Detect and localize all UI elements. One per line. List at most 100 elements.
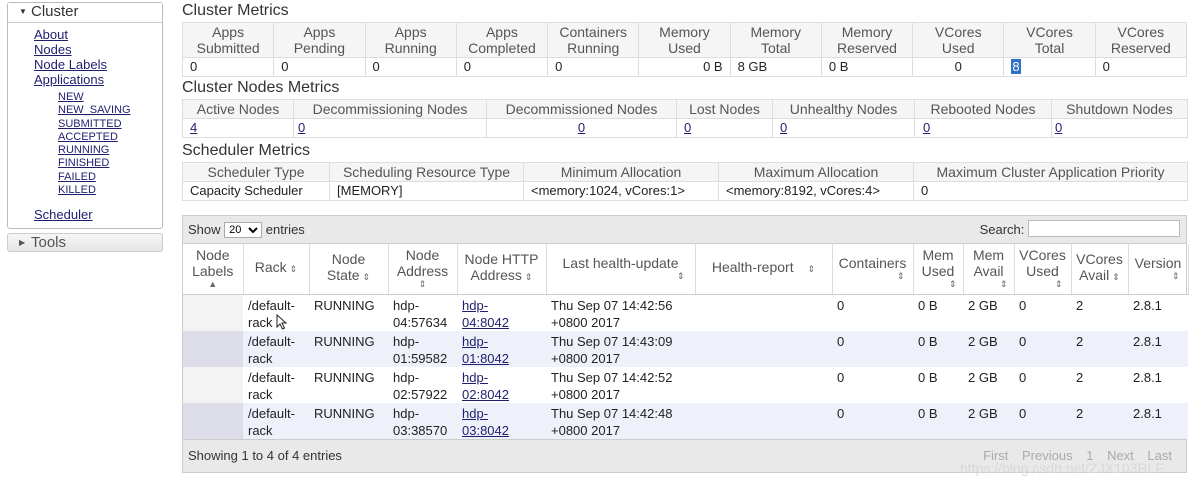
cell-version: 2.8.1: [1128, 366, 1188, 403]
cell-node-address: hdp- 02:57922: [388, 366, 457, 403]
table-row: /default-rack RUNNING hdp- 03:38570 hdp- 0…: [183, 402, 1188, 439]
cell-mem-avail: 2 GB: [963, 402, 1014, 439]
metric-header: Active Nodes: [182, 99, 294, 119]
link-state-failed[interactable]: FAILED: [58, 171, 162, 184]
node-http-link[interactable]: hdp- 01:8042: [462, 334, 509, 366]
link-state-accepted[interactable]: ACCEPTED: [58, 131, 162, 144]
cell-vcores-used: 0: [1014, 402, 1071, 439]
metric-header: VCores Total: [1003, 22, 1096, 58]
cell-rack: /default-rack: [243, 330, 309, 367]
metric-vcores-reserved: 0: [1094, 57, 1188, 77]
node-http-link[interactable]: hdp- 04:8042: [462, 298, 509, 330]
cell-health-report: [695, 402, 832, 439]
cell-vcores-used: 0: [1014, 330, 1071, 367]
cell-node-state: RUNNING: [309, 366, 388, 403]
page-size-select[interactable]: 20: [224, 222, 263, 238]
cell-health-report: [695, 294, 832, 331]
cell-vcores-used: 0: [1014, 294, 1071, 331]
cell-rack: /default-rack: [243, 366, 309, 403]
sort-both-icon: ⇕: [676, 271, 685, 282]
col-node-http-address[interactable]: Node HTTP Address ⇕: [457, 244, 547, 295]
metric-header: Apps Submitted: [181, 22, 275, 58]
metric-containers-running: 0: [547, 57, 640, 77]
cell-mem-avail: 2 GB: [963, 294, 1014, 331]
table-row: /default-rack RUNNING hdp- 04:57634 hdp- 0…: [183, 294, 1188, 331]
col-version[interactable]: Version ⇕: [1128, 244, 1189, 295]
nodes-metrics-title: Cluster Nodes Metrics: [182, 79, 340, 96]
col-node-address[interactable]: Node Address ⇕: [388, 244, 458, 295]
nodes-datatable: Show 20 entries Search: Node Labels ▲ Rack…: [182, 215, 1189, 473]
metric-header: Containers Running: [547, 22, 640, 58]
col-containers[interactable]: Containers ⇕: [832, 244, 914, 295]
link-state-killed[interactable]: KILLED: [58, 184, 162, 197]
nodes-header-row: Node Labels ▲ Rack ⇕ Node State ⇕ Node Address…: [183, 244, 1189, 295]
link-node-labels[interactable]: Node Labels: [34, 57, 107, 72]
cluster-metrics-table: Apps Submitted Apps Pending Apps Running Ap…: [181, 22, 1188, 77]
triangle-right-icon: ▶: [19, 238, 26, 248]
cell-node-labels: [183, 294, 243, 331]
link-decommissioning-nodes[interactable]: 0: [298, 120, 305, 135]
cell-version: 2.8.1: [1128, 402, 1188, 439]
link-decommissioned-nodes[interactable]: 0: [578, 120, 585, 135]
node-http-link[interactable]: hdp- 03:8042: [462, 406, 509, 438]
link-nodes[interactable]: Nodes: [34, 42, 72, 57]
sidebar: ▼ Cluster About Nodes Node Labels Applica…: [7, 2, 163, 253]
col-vcores-used[interactable]: VCores Used ⇕: [1014, 244, 1072, 295]
maximum-allocation: <memory:8192, vCores:4>: [718, 181, 914, 201]
watermark: https://blog.csdn.net/ZJX103RLF: [960, 460, 1164, 476]
metric-header: Apps Running: [364, 22, 457, 58]
col-vcores-avail[interactable]: VCores Avail ⇕: [1071, 244, 1129, 295]
link-about[interactable]: About: [34, 27, 68, 42]
cell-node-http-address: hdp- 04:8042: [457, 294, 546, 331]
metric-header: Scheduling Resource Type: [329, 162, 524, 182]
cell-node-http-address: hdp- 01:8042: [457, 330, 546, 367]
link-applications[interactable]: Applications: [34, 72, 104, 87]
link-state-finished[interactable]: FINISHED: [58, 157, 162, 170]
link-state-running[interactable]: RUNNING: [58, 144, 162, 157]
table-row: /default-rack RUNNING hdp- 02:57922 hdp- 0…: [183, 366, 1188, 403]
cell-node-address: hdp- 03:38570: [388, 402, 457, 439]
link-scheduler[interactable]: Scheduler: [34, 207, 162, 222]
scheduler-type: Capacity Scheduler: [182, 181, 330, 201]
sort-both-icon: ⇕: [362, 272, 371, 283]
sort-both-icon: ⇕: [807, 264, 816, 275]
cell-vcores-avail: 2: [1071, 402, 1128, 439]
cell-node-state: RUNNING: [309, 330, 388, 367]
col-health-report[interactable]: Health-report ⇕: [695, 244, 833, 295]
link-rebooted-nodes[interactable]: 0: [923, 120, 930, 135]
metric-header: Lost Nodes: [676, 99, 773, 119]
link-state-submitted[interactable]: SUBMITTED: [58, 118, 162, 131]
col-node-state[interactable]: Node State ⇕: [309, 244, 389, 295]
link-shutdown-nodes[interactable]: 0: [1055, 120, 1062, 135]
link-state-new[interactable]: NEW: [58, 91, 162, 104]
metric-header: Decommissioned Nodes: [486, 99, 677, 119]
metric-vcores-used: 0: [912, 57, 1005, 77]
col-mem-used[interactable]: Mem Used ⇕: [913, 244, 964, 295]
col-mem-avail[interactable]: Mem Avail ⇕: [963, 244, 1015, 295]
search-area: Search:: [980, 216, 1180, 244]
sort-both-icon: ⇕: [999, 279, 1008, 290]
tools-panel-header[interactable]: ▶ Tools: [7, 233, 163, 253]
cluster-title: Cluster: [31, 3, 79, 20]
col-node-labels[interactable]: Node Labels ▲: [183, 244, 244, 295]
link-lost-nodes[interactable]: 0: [684, 120, 691, 135]
cell-node-http-address: hdp- 02:8042: [457, 366, 546, 403]
col-rack[interactable]: Rack ⇕: [243, 244, 310, 295]
cell-rack: /default-rack: [243, 402, 309, 439]
triangle-down-icon: ▼: [19, 7, 27, 16]
cluster-links: About Nodes Node Labels Applications NEW…: [8, 23, 162, 228]
col-last-health-update[interactable]: Last health-update ⇕: [546, 244, 696, 295]
link-state-new-saving[interactable]: NEW_SAVING: [58, 104, 162, 117]
cluster-panel-header[interactable]: ▼ Cluster: [8, 3, 162, 23]
metric-header: Maximum Allocation: [718, 162, 914, 182]
node-http-link[interactable]: hdp- 02:8042: [462, 370, 509, 402]
link-unhealthy-nodes[interactable]: 0: [780, 120, 787, 135]
metric-header: Apps Pending: [273, 22, 366, 58]
search-input[interactable]: [1028, 220, 1180, 237]
nodes-metrics-table: Active Nodes Decommissioning Nodes Decom…: [182, 99, 1188, 138]
link-active-nodes[interactable]: 4: [190, 120, 197, 135]
search-label: Search:: [979, 222, 1025, 237]
cell-node-state: RUNNING: [309, 402, 388, 439]
metric-header: VCores Used: [912, 22, 1005, 58]
cell-mem-avail: 2 GB: [963, 330, 1014, 367]
